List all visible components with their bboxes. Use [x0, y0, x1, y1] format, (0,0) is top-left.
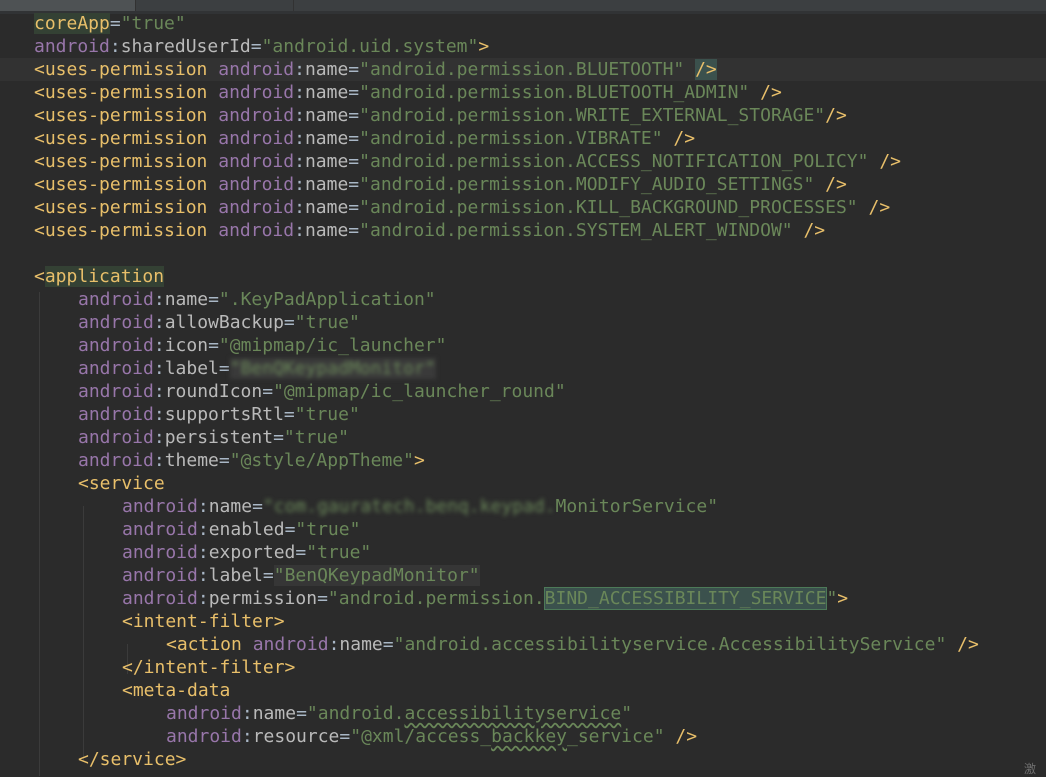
code-line: android:label="BenQKeypadMonitor" — [78, 358, 436, 379]
code-line: <uses-permission android:name="android.p… — [34, 105, 847, 126]
code-line: coreApp="true" — [34, 13, 186, 34]
code-line: <uses-permission android:name="android.p… — [34, 82, 782, 103]
code-line: <uses-permission android:name="android.p… — [34, 197, 891, 218]
code-line: android:persistent="true" — [78, 427, 349, 448]
code-editor[interactable]: coreApp="true" android:sharedUserId="and… — [0, 13, 1046, 776]
indent-guide — [83, 506, 84, 762]
code-line: <uses-permission android:name="android.p… — [34, 220, 826, 241]
code-line: </intent-filter> — [122, 657, 296, 678]
code-line: android:permission="android.permission.B… — [122, 587, 849, 610]
indent-guide — [39, 292, 40, 776]
spellcheck-word: accessibilityservice — [404, 703, 622, 724]
code-line: </service> — [78, 749, 187, 770]
code-line: android:exported="true" — [122, 542, 372, 563]
code-line: android:theme="@style/AppTheme"> — [78, 450, 425, 471]
code-line: <service — [78, 473, 165, 494]
code-line: <application — [34, 266, 165, 287]
code-line: android:name="com.gauratech.benq.keypad.… — [122, 496, 719, 517]
spellcheck-word: backkey — [491, 726, 567, 747]
code-line: android:icon="@mipmap/ic_launcher" — [78, 335, 447, 356]
redacted-value: "BenQKeypadMonitor" — [229, 358, 436, 379]
redacted-value: "com.gauratech.benq.keypad. — [262, 496, 556, 517]
code-line: android:label="BenQKeypadMonitor" — [122, 565, 480, 586]
code-line: android:supportsRtl="true" — [78, 404, 360, 425]
code-line: android:enabled="true" — [122, 519, 361, 540]
code-line: <intent-filter> — [122, 611, 285, 632]
code-line: <uses-permission android:name="android.p… — [34, 59, 717, 80]
code-line: android:sharedUserId="android.uid.system… — [34, 36, 490, 57]
code-line: android:name=".KeyPadApplication" — [78, 289, 436, 310]
code-line: android:roundIcon="@mipmap/ic_launcher_r… — [78, 381, 566, 402]
code-line: android:name="android.accessibilityservi… — [166, 703, 633, 724]
code-line: <meta-data — [122, 680, 231, 701]
code-line: android:resource="@xml/access_backkey_se… — [166, 726, 698, 747]
code-line: android:allowBackup="true" — [78, 312, 360, 333]
code-line: <uses-permission android:name="android.p… — [34, 151, 902, 172]
ime-indicator: 激 — [1024, 762, 1037, 776]
code-line: <action android:name="android.accessibil… — [166, 634, 979, 655]
code-line: <uses-permission android:name="android.p… — [34, 128, 696, 149]
code-line: <uses-permission android:name="android.p… — [34, 174, 847, 195]
selected-text: BIND_ACCESSIBILITY_SERVICE — [543, 587, 828, 610]
